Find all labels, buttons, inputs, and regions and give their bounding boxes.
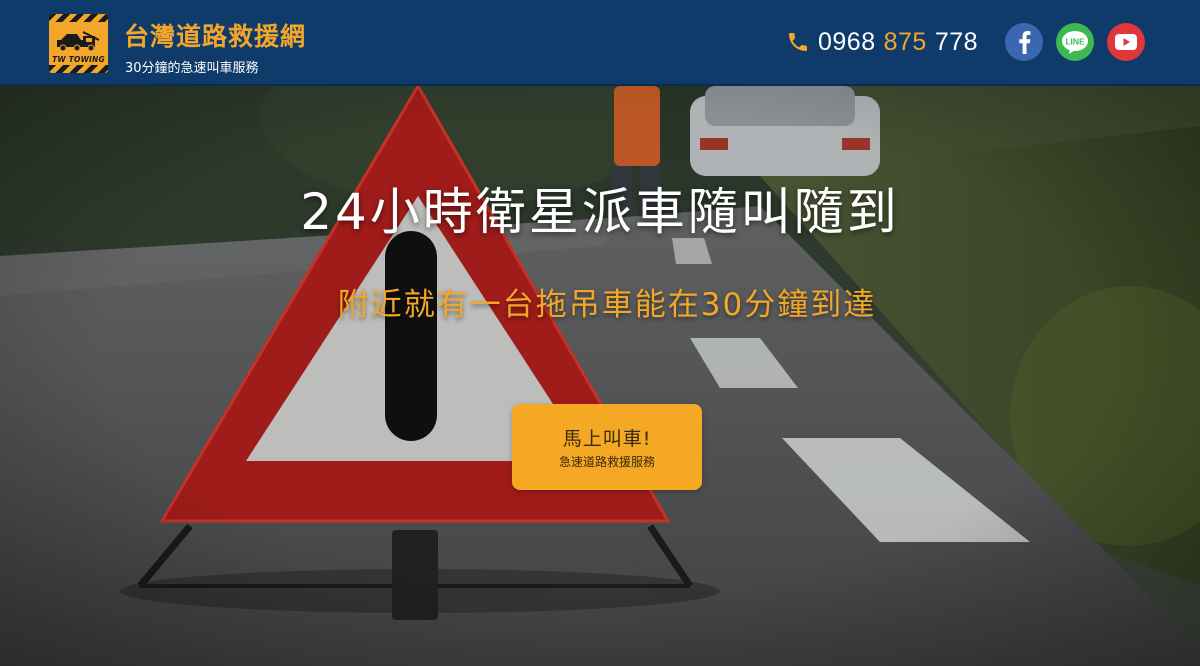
line-icon-label: LINE: [1065, 37, 1085, 47]
tow-truck-icon: [57, 31, 100, 52]
line-button[interactable]: LINE: [1056, 23, 1094, 61]
logo-stripes-top: [49, 14, 108, 22]
hero-section: 24小時衛星派車隨叫隨到 附近就有一台拖吊車能在30分鐘到達 馬上叫車! 急速道…: [0, 86, 1200, 666]
youtube-icon: [1115, 34, 1137, 50]
phone-part-3: 778: [934, 27, 979, 56]
line-icon: LINE: [1062, 31, 1088, 54]
site-header: TW TOWING 台灣道路救援網 30分鐘的急速叫車服務 0968 875 778…: [0, 0, 1200, 86]
facebook-icon: [1019, 31, 1031, 54]
youtube-button[interactable]: [1107, 23, 1145, 61]
brand-title[interactable]: 台灣道路救援網: [124, 17, 306, 53]
site-logo[interactable]: TW TOWING: [49, 14, 108, 73]
facebook-button[interactable]: [1005, 23, 1043, 61]
call-now-button[interactable]: 馬上叫車! 急速道路救援服務: [512, 404, 702, 490]
call-now-label: 馬上叫車!: [562, 428, 652, 450]
phone-icon: [789, 33, 807, 51]
logo-stripes-bottom: [49, 65, 108, 73]
phone-link[interactable]: 0968 875 778: [786, 26, 978, 58]
logo-text: TW TOWING: [52, 55, 105, 64]
call-now-sublabel: 急速道路救援服務: [558, 455, 655, 469]
phone-part-2: 875: [883, 27, 927, 56]
brand-subtitle: 30分鐘的急速叫車服務: [125, 61, 259, 76]
phone-part-1: 0968: [818, 27, 876, 56]
hero-title: 24小時衛星派車隨叫隨到: [300, 183, 900, 241]
hero-subtitle: 附近就有一台拖吊車能在30分鐘到達: [337, 287, 877, 323]
phone-number: 0968 875 778: [818, 28, 978, 57]
